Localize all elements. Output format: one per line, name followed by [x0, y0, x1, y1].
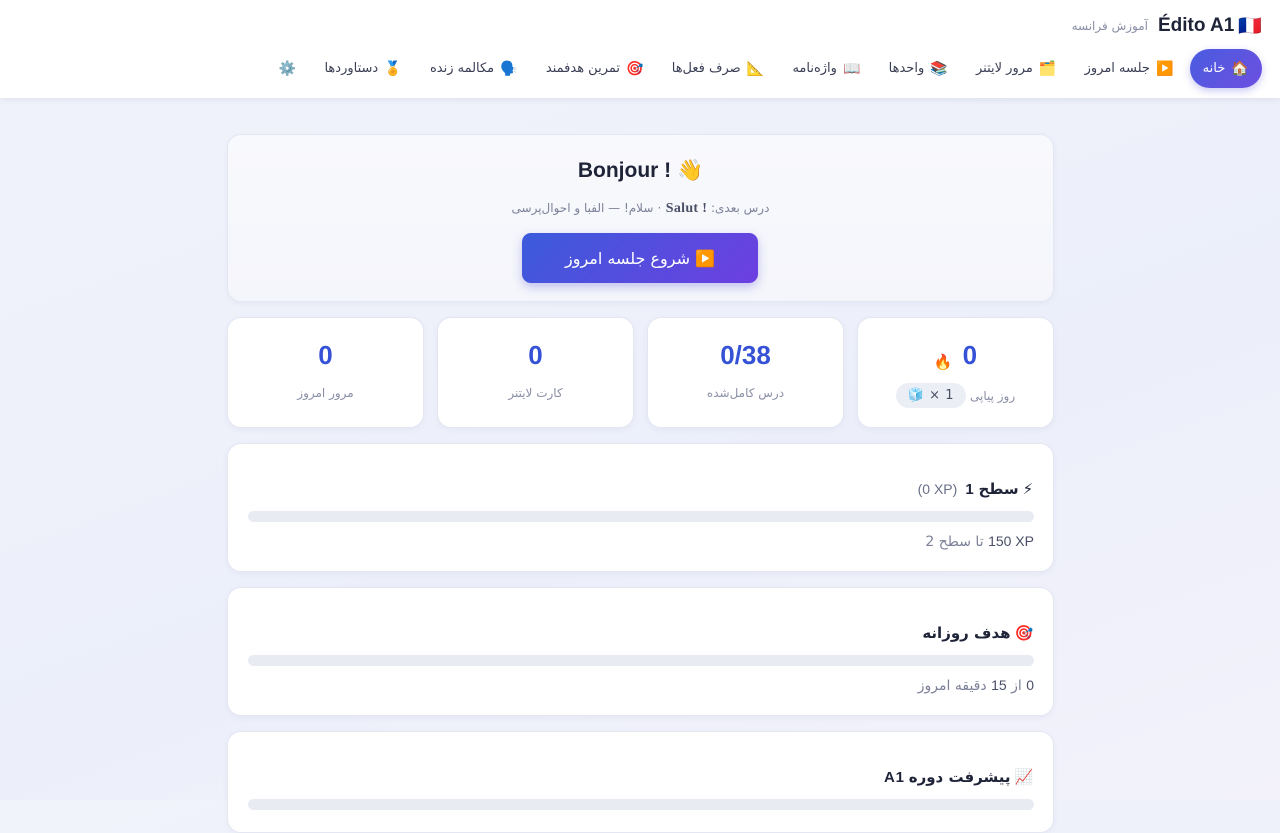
cards-label: کارت لایتنر — [508, 386, 563, 400]
target-icon: 🎯 — [626, 60, 644, 77]
nav-settings[interactable]: ⚙️ — [265, 49, 311, 88]
play-icon: ▶️ — [695, 248, 716, 268]
next-level-text: تا سطح 2 — [925, 534, 984, 550]
course-level-code: A1 — [883, 768, 905, 786]
card-index-icon: 🗂️ — [1038, 60, 1057, 77]
next-lesson-prefix: درس بعدی: — [710, 201, 770, 215]
minutes-of: از — [1011, 678, 1022, 694]
welcome-card: Bonjour ! 👋 درس بعدی: Salut ! · سلام! — … — [227, 134, 1054, 302]
nav-targeted-practice[interactable]: 🎯 تمرین هدفمند — [532, 49, 658, 88]
level-number: 1 — [965, 480, 975, 498]
xp-needed: 150 XP — [988, 533, 1034, 549]
next-lesson-suffix: · سلام! — الفبا و احوال‌پرسی — [511, 201, 662, 215]
nav-targeted-practice-label: تمرین هدفمند — [545, 61, 620, 76]
nav-today-session[interactable]: ▶️ جلسه امروز — [1071, 49, 1188, 88]
streak-freeze-badge: 🧊 × 1 — [895, 383, 966, 408]
chart-increasing-icon: 📈 — [1014, 768, 1034, 786]
brand-logo[interactable]: 🇫🇷 Édito A1 — [1158, 14, 1262, 38]
speaking-head-icon: 🗣️ — [500, 60, 518, 77]
daily-goal-label: هدف روزانه — [922, 624, 1011, 642]
cards-value: 0 — [528, 340, 543, 370]
start-session-label: شروع جلسه امروز — [564, 248, 690, 268]
medal-icon: 🏅 — [384, 60, 402, 77]
nav-live-conversation[interactable]: 🗣️ مکالمه زنده — [416, 49, 532, 88]
stat-streak: 🔥 0 روز پیاپی 🧊 × 1 — [857, 317, 1054, 428]
daily-goal-footer: 0 از 15 دقیقه امروز — [918, 677, 1034, 694]
top-bar: 🇫🇷 Édito A1 آموزش فرانسه 🏠 خانه ▶️ جلسه … — [0, 0, 1280, 98]
level-title: ⚡ سطح 1 (0 XP) — [918, 480, 1034, 498]
next-lesson-name: Salut ! — [665, 201, 708, 216]
greeting-title: Bonjour ! 👋 — [577, 159, 704, 182]
course-progress-title: 📈 پیشرفت دوره A1 — [884, 768, 1034, 786]
brand-title: Édito A1 — [1157, 15, 1235, 36]
level-panel: ⚡ سطح 1 (0 XP) 150 XP تا سطح 2 — [227, 443, 1054, 572]
daily-goal-progress-bar — [248, 655, 1034, 666]
start-session-button[interactable]: ▶️ شروع جلسه امروز — [522, 233, 758, 283]
nav-achievements[interactable]: 🏅 دستاوردها — [310, 49, 415, 88]
stat-today-reviews: 0 مرور امروز — [227, 317, 424, 428]
reviews-value: 0 — [318, 340, 333, 370]
daily-goal-panel: 🎯 هدف روزانه 0 از 15 دقیقه امروز — [227, 587, 1054, 716]
nav-glossary-label: واژه‌نامه — [792, 61, 837, 76]
nav-today-session-label: جلسه امروز — [1084, 61, 1150, 76]
nav-units-label: واحدها — [888, 61, 925, 76]
nav-conjugation-label: صرف فعل‌ها — [671, 61, 741, 76]
brand-row: 🇫🇷 Édito A1 آموزش فرانسه — [1072, 14, 1262, 38]
lightning-icon: ⚡ — [1022, 480, 1034, 498]
daily-goal-title: 🎯 هدف روزانه — [922, 624, 1034, 642]
next-lesson-line: درس بعدی: Salut ! · سلام! — الفبا و احوا… — [228, 201, 1053, 217]
streak-label: روز پیاپی — [969, 388, 1016, 403]
level-prefix: سطح — [978, 480, 1019, 498]
nav-leitner-review[interactable]: 🗂️ مرور لایتنر — [962, 49, 1071, 88]
nav-conjugation[interactable]: 📐 صرف فعل‌ها — [658, 49, 779, 88]
level-progress-bar — [248, 511, 1034, 522]
books-icon: 📚 — [930, 60, 948, 77]
minutes-unit: دقیقه امروز — [917, 678, 987, 694]
course-progress-bar — [248, 799, 1034, 810]
nav-units[interactable]: 📚 واحدها — [875, 49, 962, 88]
nav-glossary[interactable]: 📖 واژه‌نامه — [778, 49, 874, 88]
level-footer: 150 XP تا سطح 2 — [925, 533, 1034, 550]
course-progress-panel: 📈 پیشرفت دوره A1 — [227, 731, 1054, 833]
minutes-done: 0 — [1026, 677, 1034, 693]
stat-leitner-cards: 0 کارت لایتنر — [437, 317, 634, 428]
streak-value-row: 🔥 0 — [858, 340, 1053, 371]
open-book-icon: 📖 — [842, 60, 861, 77]
stat-lessons-completed: 0/38 درس کامل‌شده — [647, 317, 844, 428]
reviews-label: مرور امروز — [297, 386, 354, 400]
home-icon: 🏠 — [1231, 60, 1249, 77]
main-nav: 🏠 خانه ▶️ جلسه امروز 🗂️ مرور لایتنر 📚 وا… — [265, 49, 1262, 88]
nav-leitner-review-label: مرور لایتنر — [975, 61, 1033, 76]
nav-home[interactable]: 🏠 خانه — [1189, 49, 1262, 88]
nav-achievements-label: دستاوردها — [324, 61, 379, 76]
course-progress-label: پیشرفت دوره — [908, 768, 1011, 786]
gear-icon: ⚙️ — [278, 60, 297, 77]
minutes-goal: 15 — [991, 677, 1007, 693]
lessons-value: 0/38 — [720, 340, 771, 370]
level-xp: (0 XP) — [917, 481, 958, 497]
play-icon: ▶️ — [1155, 60, 1174, 77]
nav-live-conversation-label: مکالمه زنده — [429, 61, 495, 76]
triangle-ruler-icon: 📐 — [746, 60, 765, 77]
fire-icon: 🔥 — [933, 354, 953, 371]
france-flag-icon: 🇫🇷 — [1238, 16, 1262, 37]
brand-subtitle: آموزش فرانسه — [1071, 19, 1148, 33]
nav-home-label: خانه — [1202, 61, 1226, 76]
lessons-label: درس کامل‌شده — [706, 386, 785, 400]
streak-value: 0 — [962, 340, 978, 370]
streak-label-row: روز پیاپی 🧊 × 1 — [858, 383, 1053, 408]
target-icon: 🎯 — [1014, 624, 1034, 642]
